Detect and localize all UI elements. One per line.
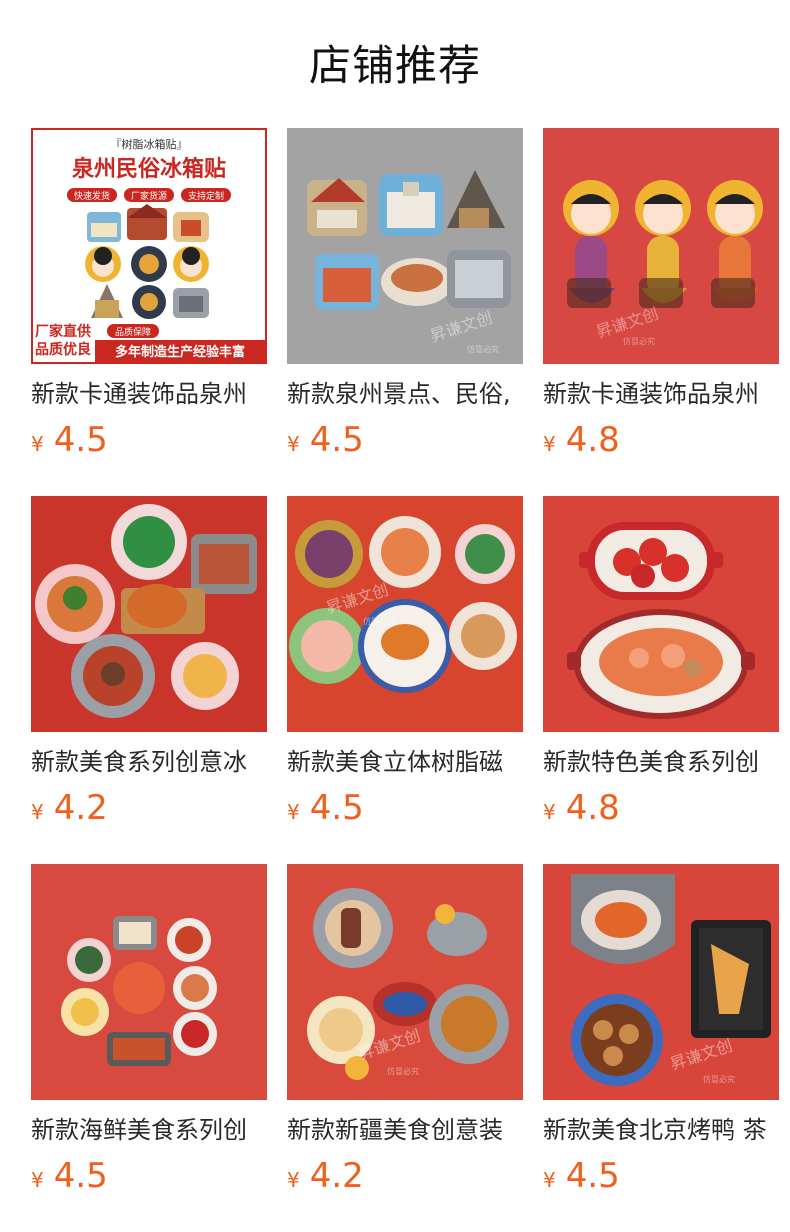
currency-symbol: ¥	[287, 800, 300, 824]
product-price: ¥4.2	[31, 786, 108, 830]
product-grid: 『树脂冰箱贴』 泉州民俗冰箱贴 快速发货 厂家货源 支持定制 厂家直供 品质优良…	[0, 0, 790, 1232]
price-value: 4.5	[565, 1156, 620, 1196]
product-card[interactable]: 新款特色美食系列创 ¥4.8	[543, 496, 779, 828]
product-price: ¥4.5	[31, 1154, 108, 1198]
product-name[interactable]: 新款美食北京烤鸭 茶	[543, 1112, 779, 1148]
watermark-sub-text: 仿冒必究	[467, 344, 499, 354]
product-name[interactable]: 新款泉州景点、民俗,	[287, 376, 523, 412]
watermark-sub-text: 仿冒必究	[703, 1074, 735, 1084]
currency-symbol: ¥	[287, 432, 300, 456]
product-name[interactable]: 新款新疆美食创意装	[287, 1112, 523, 1148]
product-price: ¥4.8	[543, 786, 620, 830]
product-card[interactable]: 昇谦文创 仿冒必究 新款卡通装饰品泉州 ¥4.8	[543, 128, 779, 460]
product-name[interactable]: 新款海鲜美食系列创	[31, 1112, 267, 1148]
currency-symbol: ¥	[31, 1168, 44, 1192]
price-value: 4.5	[309, 420, 364, 460]
price-value: 4.5	[53, 1156, 108, 1196]
currency-symbol: ¥	[31, 800, 44, 824]
currency-symbol: ¥	[31, 432, 44, 456]
product-image[interactable]: 昇谦文创 仿冒必究	[287, 864, 523, 1100]
price-value: 4.5	[309, 788, 364, 828]
price-value: 4.8	[565, 788, 620, 828]
image-badge-text: 品质保障	[115, 326, 151, 338]
product-image[interactable]	[31, 864, 267, 1100]
watermark-sub-text: 仿冒必究	[623, 336, 655, 346]
image-promo-text: 品质优良	[35, 341, 91, 358]
image-headline-text: 泉州民俗冰箱贴	[72, 156, 226, 182]
product-image[interactable]: 昇谦文创 仿冒必究	[543, 864, 779, 1100]
product-image[interactable]: 『树脂冰箱贴』 泉州民俗冰箱贴 快速发货 厂家货源 支持定制 厂家直供 品质优良…	[31, 128, 267, 364]
product-image[interactable]: 昇谦文创 仿冒必究	[543, 128, 779, 364]
currency-symbol: ¥	[543, 1168, 556, 1192]
product-price: ¥4.5	[543, 1154, 620, 1198]
watermark-sub-text: 仿冒必究	[363, 616, 395, 626]
image-tag-text: 『树脂冰箱贴』	[111, 137, 188, 151]
currency-symbol: ¥	[543, 800, 556, 824]
product-card[interactable]: 昇谦文创 仿冒必究 新款美食立体树脂磁 ¥4.5	[287, 496, 523, 828]
currency-symbol: ¥	[287, 1168, 300, 1192]
product-price: ¥4.5	[287, 786, 364, 830]
product-price: ¥4.5	[31, 418, 108, 462]
image-promo-text: 厂家直供	[35, 323, 91, 340]
product-name[interactable]: 新款卡通装饰品泉州	[543, 376, 779, 412]
product-name[interactable]: 新款美食系列创意冰	[31, 744, 267, 780]
watermark-sub-text: 仿冒必究	[387, 1066, 419, 1076]
product-name[interactable]: 新款卡通装饰品泉州	[31, 376, 267, 412]
price-value: 4.2	[53, 788, 108, 828]
product-card[interactable]: 昇谦文创 仿冒必究 新款美食北京烤鸭 茶 ¥4.5	[543, 864, 779, 1196]
price-value: 4.8	[565, 420, 620, 460]
product-image[interactable]: 昇谦文创 仿冒必究	[287, 496, 523, 732]
product-name[interactable]: 新款特色美食系列创	[543, 744, 779, 780]
product-card[interactable]: 新款海鲜美食系列创 ¥4.5	[31, 864, 267, 1196]
product-card[interactable]: 『树脂冰箱贴』 泉州民俗冰箱贴 快速发货 厂家货源 支持定制 厂家直供 品质优良…	[31, 128, 267, 460]
price-value: 4.2	[309, 1156, 364, 1196]
product-price: ¥4.5	[287, 418, 364, 462]
product-name[interactable]: 新款美食立体树脂磁	[287, 744, 523, 780]
product-price: ¥4.2	[287, 1154, 364, 1198]
image-banner-text: 多年制造生产经验丰富	[115, 344, 245, 360]
product-card[interactable]: 新款美食系列创意冰 ¥4.2	[31, 496, 267, 828]
image-chip-text: 快速发货	[74, 190, 110, 202]
product-image[interactable]	[31, 496, 267, 732]
image-chip-text: 厂家货源	[131, 190, 167, 202]
currency-symbol: ¥	[543, 432, 556, 456]
product-price: ¥4.8	[543, 418, 620, 462]
product-card[interactable]: 昇谦文创 仿冒必究 新款新疆美食创意装 ¥4.2	[287, 864, 523, 1196]
product-image[interactable]: 昇谦文创 仿冒必究	[287, 128, 523, 364]
product-card[interactable]: 昇谦文创 仿冒必究 新款泉州景点、民俗, ¥4.5	[287, 128, 523, 460]
product-image[interactable]	[543, 496, 779, 732]
price-value: 4.5	[53, 420, 108, 460]
image-chip-text: 支持定制	[188, 190, 224, 202]
